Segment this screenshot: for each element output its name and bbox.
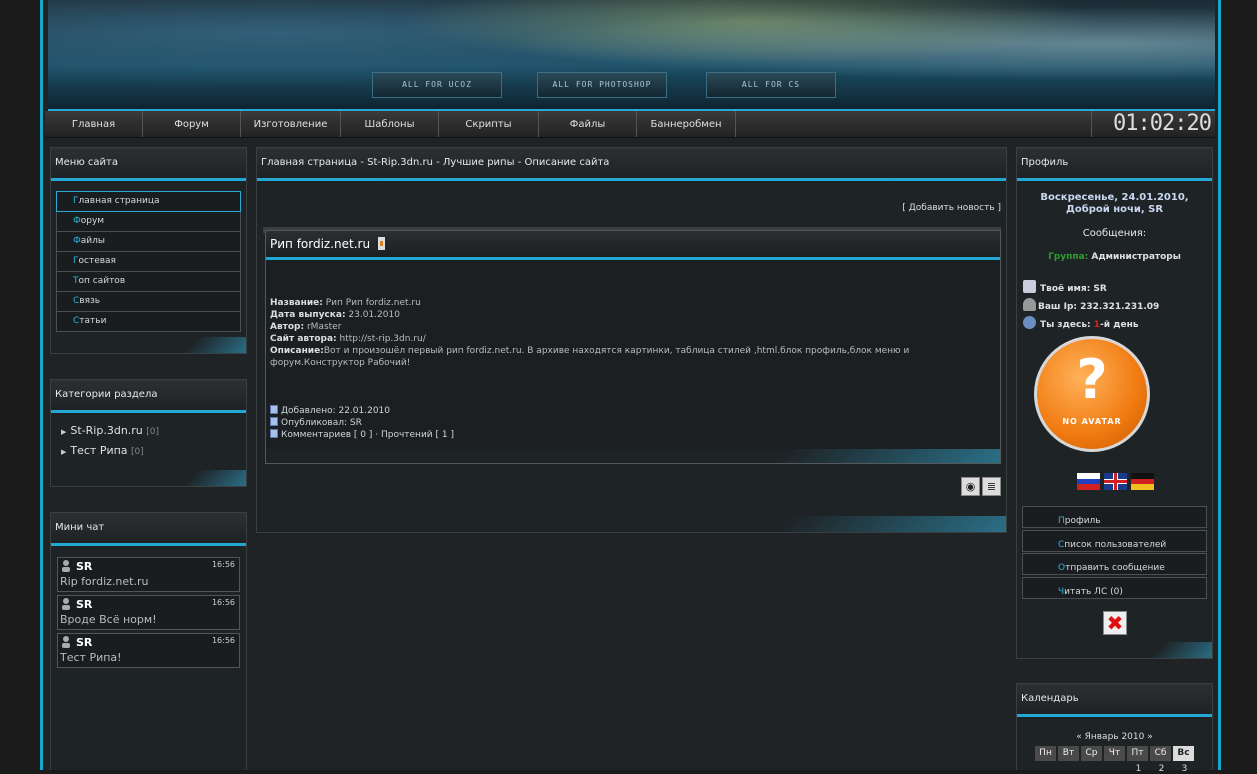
news-meta: Добавлено: 22.01.2010 Опубликовал: SR Ко… (270, 405, 454, 441)
category-item[interactable]: ▶ Тест Рипа [0] (53, 441, 159, 461)
user-icon (62, 598, 70, 610)
breadcrumb: Главная страница - St-Rip.3dn.ru - Лучши… (257, 148, 1006, 181)
flag-icon (377, 237, 385, 250)
chat-message: SR 16:56 Rip fordiz.net.ru (57, 557, 240, 592)
question-mark-icon: ? (1076, 348, 1108, 411)
block-footer (257, 516, 1006, 532)
menu-item-top-sites[interactable]: Топ сайтов (56, 272, 241, 292)
menu-item-forum[interactable]: Форум (56, 212, 241, 232)
profile-messages[interactable]: Сообщения: (1017, 228, 1212, 239)
user-icon (62, 636, 70, 648)
block-footer (1017, 642, 1212, 658)
document-icon (270, 429, 278, 438)
add-news-link[interactable]: [ Добавить новость ] (902, 203, 1001, 213)
nav-manufacture[interactable]: Изготовление (241, 111, 341, 137)
nav-banner-exchange[interactable]: Баннеробмен (637, 111, 736, 137)
calendar-title: Календарь (1017, 684, 1212, 717)
news-body: Название: Рип Рип fordiz.net.ru Дата вып… (270, 298, 910, 368)
key-icon (1023, 298, 1036, 311)
logout-icon[interactable]: ✖ (1103, 611, 1127, 635)
main-content: Главная страница - St-Rip.3dn.ru - Лучши… (256, 147, 1007, 533)
mini-chat-block: Мини чат SR 16:56 Rip fordiz.net.ru SR 1… (50, 512, 247, 770)
profile-title: Профиль (1017, 148, 1212, 181)
banner-ucoz-button[interactable]: ALL FOR UCOZ (372, 72, 502, 98)
send-message-button[interactable]: Отправить сообщение (1022, 553, 1207, 575)
nav-forum[interactable]: Форум (143, 111, 241, 137)
document-icon (270, 405, 278, 414)
category-item[interactable]: ▶ St-Rip.3dn.ru [0] (53, 421, 159, 441)
chat-message: SR 16:56 Вроде Всё норм! (57, 595, 240, 630)
banner-photoshop-button[interactable]: ALL FOR PHOTOSHOP (537, 72, 667, 98)
site-menu-block: Меню сайта Главная страница Форум Файлы … (50, 147, 247, 354)
user-list-button[interactable]: Список пользователей (1022, 530, 1207, 552)
user-card-icon (1023, 280, 1036, 293)
calendar-block: Календарь « Январь 2010 » Пн Вт Ср Чт Пт Сб Вс… (1016, 683, 1213, 774)
calendar-month[interactable]: « Январь 2010 » (1017, 732, 1212, 742)
mini-chat-title: Мини чат (51, 513, 246, 546)
menu-item-files[interactable]: Файлы (56, 232, 241, 252)
menu-item-home[interactable]: Главная страница (56, 191, 241, 212)
categories-title: Категории раздела (51, 380, 246, 413)
read-pm-button[interactable]: Читать ЛС (0) (1022, 577, 1207, 599)
top-nav: Главная Форум Изготовление Шаблоны Скрип… (45, 111, 1215, 138)
news-entry: Рип fordiz.net.ru Название: Рип Рип ford… (265, 230, 1001, 464)
menu-item-contact[interactable]: Связь (56, 292, 241, 312)
arrow-right-icon: ▶ (61, 448, 67, 456)
clock-display: 01:02:20 (1091, 111, 1215, 137)
flag-de-icon[interactable] (1131, 473, 1154, 490)
site-banner: ALL FOR UCOZ ALL FOR PHOTOSHOP ALL FOR C… (48, 0, 1215, 111)
chat-message: SR 16:56 Тест Рипа! (57, 633, 240, 668)
calendar-weekdays: Пн Вт Ср Чт Пт Сб Вс (1035, 746, 1196, 761)
print-icon[interactable]: ≣ (982, 477, 1001, 496)
clock-icon (1023, 316, 1036, 329)
nav-home[interactable]: Главная (45, 111, 143, 137)
calendar-dates: 123 (1135, 764, 1188, 774)
block-footer (51, 337, 246, 353)
profile-block: Профиль Воскресенье, 24.01.2010, Доброй … (1016, 147, 1213, 659)
menu-item-guestbook[interactable]: Гостевая (56, 252, 241, 272)
avatar: ? NO AVATAR (1034, 336, 1150, 452)
nav-scripts[interactable]: Скрипты (439, 111, 539, 137)
block-footer (266, 449, 1000, 463)
block-footer (51, 470, 246, 486)
site-menu-list: Главная страница Форум Файлы Гостевая То… (56, 191, 241, 332)
nav-files[interactable]: Файлы (539, 111, 637, 137)
categories-list: ▶ St-Rip.3dn.ru [0] ▶ Тест Рипа [0] (53, 421, 159, 461)
view-icon[interactable]: ◉ (961, 477, 980, 496)
menu-item-articles[interactable]: Статьи (56, 312, 241, 332)
document-icon (270, 417, 278, 426)
profile-group: Группа: Администраторы (1048, 252, 1181, 262)
profile-button[interactable]: Профиль (1022, 506, 1207, 528)
nav-templates[interactable]: Шаблоны (341, 111, 439, 137)
user-icon (62, 560, 70, 572)
flag-uk-icon[interactable] (1104, 473, 1127, 490)
flag-ru-icon[interactable] (1077, 473, 1100, 490)
banner-cs-button[interactable]: ALL FOR CS (706, 72, 836, 98)
news-title: Рип fordiz.net.ru (266, 231, 1000, 260)
profile-date: Воскресенье, 24.01.2010, (1040, 192, 1189, 203)
categories-block: Категории раздела ▶ St-Rip.3dn.ru [0] ▶ Те… (50, 379, 247, 487)
site-menu-title: Меню сайта (51, 148, 246, 181)
profile-greeting: Доброй ночи, SR (1065, 204, 1164, 215)
arrow-right-icon: ▶ (61, 428, 67, 436)
profile-info: Твоё имя: SR Ваш Ip: 232.321.231.09 Ты з… (1023, 280, 1159, 334)
